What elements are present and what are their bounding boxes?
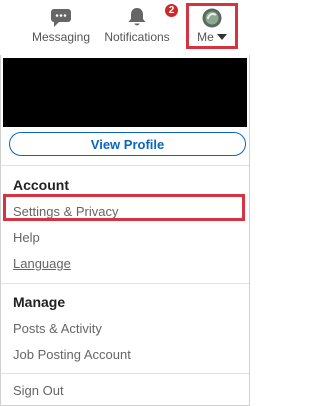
notifications-badge: 2: [164, 3, 179, 18]
caret-down-icon: [216, 34, 227, 40]
avatar: [202, 8, 222, 28]
notifications-label: Notifications: [104, 30, 170, 44]
manage-section-title: Manage: [13, 294, 66, 310]
divider: [1, 283, 249, 284]
divider: [1, 165, 249, 166]
view-profile-button[interactable]: View Profile: [9, 132, 246, 156]
help-link[interactable]: Help: [13, 230, 40, 245]
divider: [1, 373, 249, 374]
top-nav: Messaging 2 Notifications Me: [0, 0, 250, 55]
me-label: Me: [197, 30, 214, 44]
nav-notifications[interactable]: 2 Notifications: [100, 0, 179, 52]
language-link[interactable]: Language: [13, 256, 71, 271]
posts-activity-link[interactable]: Posts & Activity: [13, 321, 102, 336]
messaging-icon: [51, 9, 71, 27]
profile-banner: [3, 58, 247, 127]
messaging-label: Messaging: [31, 30, 91, 44]
sign-out-link[interactable]: Sign Out: [13, 383, 64, 398]
account-section-title: Account: [13, 177, 69, 193]
nav-me-dropdown[interactable]: Me: [186, 3, 238, 49]
nav-messaging[interactable]: Messaging: [30, 0, 92, 52]
bell-icon: [128, 8, 146, 26]
me-dropdown-menu: View Profile Account Settings & Privacy …: [0, 55, 250, 406]
settings-highlight-box: [3, 194, 245, 221]
job-posting-account-link[interactable]: Job Posting Account: [13, 347, 131, 362]
